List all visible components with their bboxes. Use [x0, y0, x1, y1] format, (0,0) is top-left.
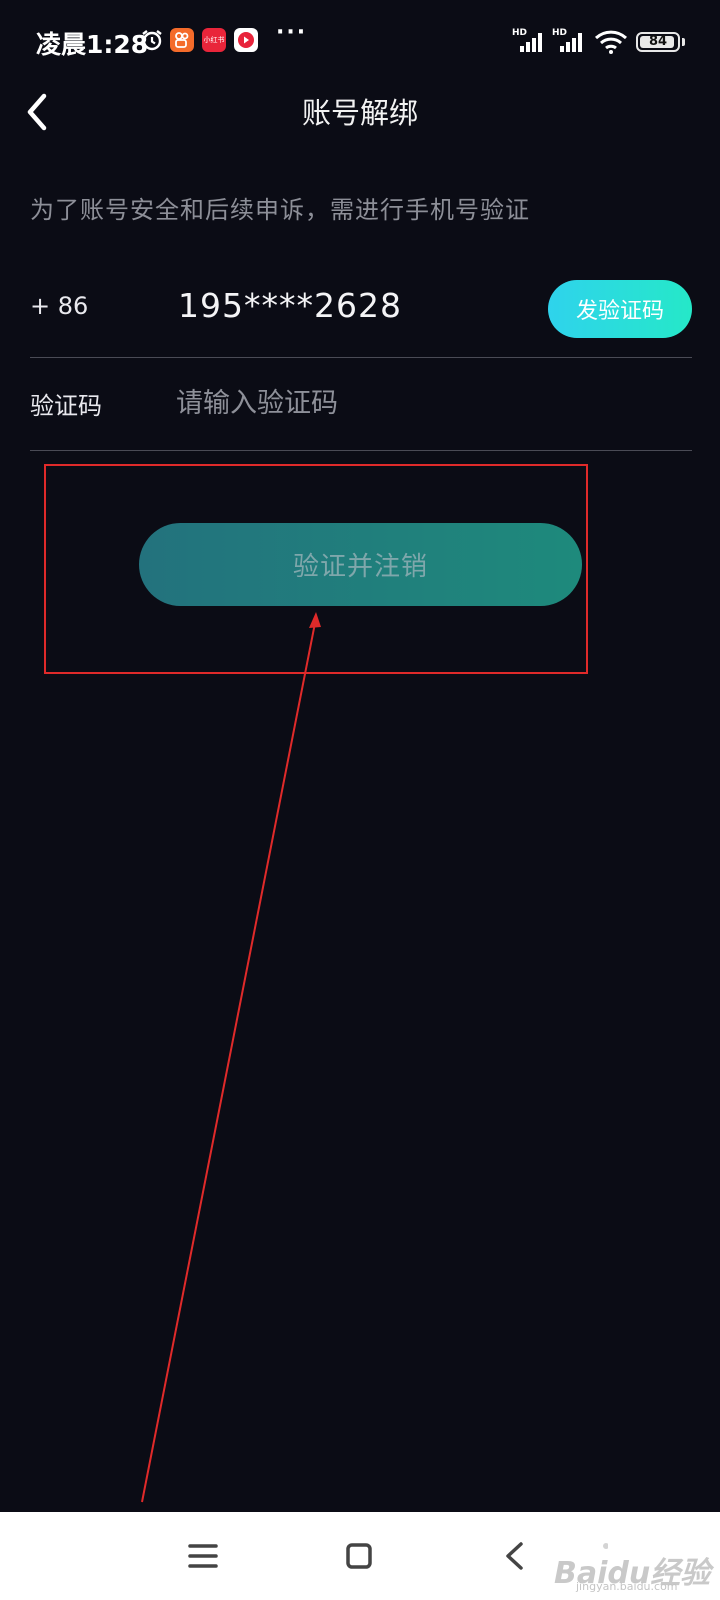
country-code: + 86 — [30, 292, 89, 320]
wifi-icon — [594, 30, 628, 58]
signal-icon-2 — [552, 30, 586, 56]
page-title: 账号解绑 — [301, 96, 418, 130]
divider — [30, 450, 692, 451]
battery-icon: 84 — [636, 32, 680, 52]
battery-tip — [682, 38, 685, 46]
annotation-arrow — [141, 612, 321, 1503]
status-time: 凌晨1:28 — [36, 30, 149, 59]
phone-number: 195****2628 — [178, 286, 402, 325]
home-square-icon — [346, 1543, 372, 1569]
home-button[interactable] — [319, 1512, 399, 1600]
divider — [30, 357, 692, 358]
signal-icon — [512, 30, 546, 56]
more-notifications: ··· — [276, 20, 308, 45]
system-back-button[interactable] — [475, 1512, 555, 1600]
menu-icon — [188, 1544, 218, 1568]
verification-code-input[interactable] — [176, 378, 676, 428]
battery-percent: 84 — [648, 34, 668, 49]
xiaohongshu-app-icon: 小红书 — [202, 28, 226, 52]
menu-button[interactable] — [163, 1512, 243, 1600]
alarm-icon — [140, 28, 164, 56]
send-code-button[interactable]: 发验证码 — [548, 280, 692, 338]
kuaishou-app-icon — [170, 28, 194, 52]
watermark-url: jingyan.baidu.com — [576, 1580, 678, 1593]
video-app-icon — [234, 28, 258, 52]
back-triangle-icon — [506, 1542, 523, 1570]
verification-notice: 为了账号安全和后续申诉，需进行手机号验证 — [30, 196, 530, 224]
status-bar: 凌晨1:28 小红书 ··· HD HD 84 — [0, 0, 720, 84]
verify-and-cancel-button[interactable]: 验证并注销 — [139, 523, 582, 606]
code-label: 验证码 — [30, 392, 102, 420]
